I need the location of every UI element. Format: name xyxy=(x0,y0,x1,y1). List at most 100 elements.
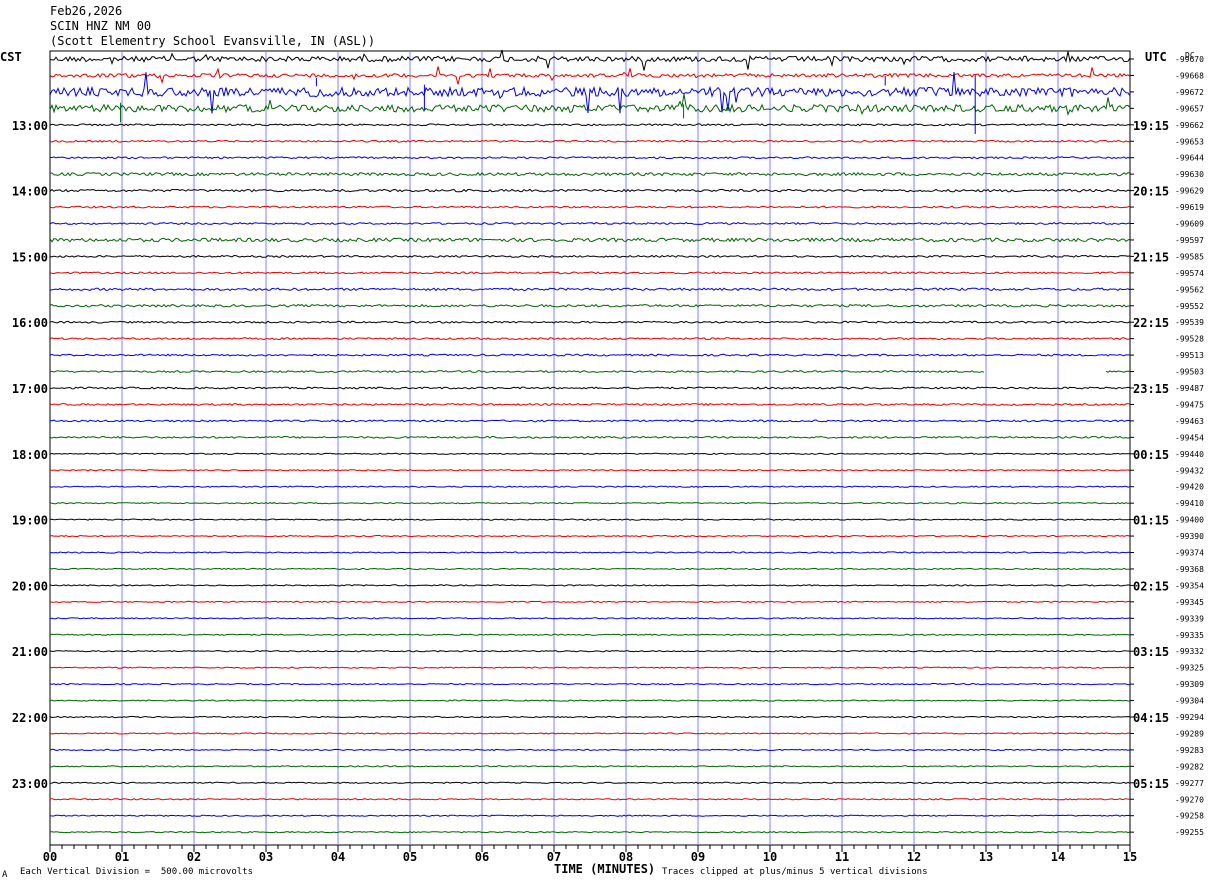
dc-offset-label: -99368 xyxy=(1175,565,1204,574)
seismic-trace xyxy=(49,732,1131,735)
dc-offset-label: -99339 xyxy=(1175,614,1204,623)
dc-offset-label: -99513 xyxy=(1175,351,1204,360)
dc-offset-label: -99309 xyxy=(1175,680,1204,689)
x-tick-label: 05 xyxy=(403,850,417,864)
dc-offset-label: -99672 xyxy=(1175,88,1204,97)
dc-offset-label: -99475 xyxy=(1175,400,1204,409)
dc-offset-label: -99662 xyxy=(1175,121,1204,130)
seismic-trace xyxy=(49,485,1131,488)
seismic-trace xyxy=(49,682,1131,686)
seismic-trace xyxy=(50,765,1130,768)
seismic-trace xyxy=(49,748,1131,752)
dc-offset-label: -99277 xyxy=(1175,779,1204,788)
seismic-trace xyxy=(49,205,1131,209)
seismic-trace xyxy=(49,370,1131,374)
seismic-trace xyxy=(49,254,1131,258)
seismic-trace xyxy=(49,435,1131,439)
seismic-trace xyxy=(49,139,1130,143)
dc-offset-label: -99539 xyxy=(1175,318,1204,327)
seismic-trace xyxy=(49,49,1131,71)
seismic-trace xyxy=(49,469,1131,472)
dc-offset-label: -99304 xyxy=(1175,697,1204,706)
dc-offset-label: -99653 xyxy=(1175,137,1204,146)
x-tick-label: 03 xyxy=(259,850,273,864)
dc-offset-label: -99282 xyxy=(1175,762,1204,771)
utc-hour-label: 21:15 xyxy=(1133,250,1169,264)
x-tick-label: 06 xyxy=(475,850,489,864)
cst-hour-label: 16:00 xyxy=(12,316,48,330)
seismic-trace xyxy=(49,534,1131,538)
dc-offset-label: -99390 xyxy=(1175,532,1204,541)
dc-offset-label: -99644 xyxy=(1175,154,1204,163)
x-tick-label: 10 xyxy=(763,850,777,864)
seismic-trace xyxy=(49,93,1131,116)
seismic-trace xyxy=(49,650,1131,653)
utc-hour-label: 05:15 xyxy=(1133,777,1169,791)
dc-offset-label: -99283 xyxy=(1175,746,1204,755)
seismic-trace xyxy=(49,188,1131,193)
seismic-trace xyxy=(49,320,1131,324)
cst-hour-label: 14:00 xyxy=(12,185,48,199)
seismic-trace xyxy=(49,781,1131,784)
seismic-trace xyxy=(49,600,1131,603)
dc-offset-label: -99609 xyxy=(1175,220,1204,229)
dc-offset-label: -99440 xyxy=(1175,450,1204,459)
seismic-trace xyxy=(49,337,1131,341)
dc-offset-label: -99270 xyxy=(1175,795,1204,804)
dc-offset-label: -99410 xyxy=(1175,499,1204,508)
dc-offset-label: -99432 xyxy=(1175,466,1204,475)
seismic-trace xyxy=(49,156,1131,160)
cst-hour-label: 23:00 xyxy=(12,777,48,791)
dc-offset-label: -99332 xyxy=(1175,647,1204,656)
seismic-trace xyxy=(49,633,1131,636)
cst-hour-label: 13:00 xyxy=(12,119,48,133)
utc-hour-label: 00:15 xyxy=(1133,448,1169,462)
dc-offset-label: -99487 xyxy=(1175,384,1204,393)
seismic-trace xyxy=(49,518,1131,521)
dc-offset-label: -99574 xyxy=(1175,269,1204,278)
dc-offset-label: -99335 xyxy=(1175,631,1204,640)
cst-axis-label: CST xyxy=(0,50,22,64)
x-tick-label: 09 xyxy=(691,850,705,864)
dc-offset-label: -99400 xyxy=(1175,516,1204,525)
x-tick-label: 11 xyxy=(835,850,849,864)
dc-offset-label: -99629 xyxy=(1175,187,1204,196)
cst-hour-label: 17:00 xyxy=(12,382,48,396)
dc-offset-label: -99258 xyxy=(1175,812,1204,821)
seismic-trace xyxy=(49,584,1131,587)
x-tick-label: 15 xyxy=(1123,850,1137,864)
seismic-trace xyxy=(49,419,1131,423)
dc-offset-label: -99325 xyxy=(1175,664,1204,673)
x-tick-label: 13 xyxy=(979,850,993,864)
seismic-trace xyxy=(49,386,1131,390)
cst-hour-label: 20:00 xyxy=(12,579,48,593)
utc-hour-label: 01:15 xyxy=(1133,514,1169,528)
dc-offset-label: -99657 xyxy=(1175,104,1204,113)
seismic-trace xyxy=(49,287,1131,292)
x-tick-label: 02 xyxy=(187,850,201,864)
x-tick-label: 00 xyxy=(43,850,57,864)
dc-header-label: DC xyxy=(1185,51,1195,60)
corner-mark: Α xyxy=(2,870,8,880)
seismic-trace xyxy=(49,814,1131,817)
x-tick-label: 14 xyxy=(1051,850,1065,864)
seismic-trace xyxy=(49,551,1131,554)
seismic-trace xyxy=(49,617,1131,620)
plot-frame xyxy=(49,50,1131,846)
scale-note: Each Vertical Division = 500.00 microvol… xyxy=(20,867,253,877)
x-axis-title: TIME (MINUTES) xyxy=(554,862,656,876)
dc-offset-label: -99289 xyxy=(1175,729,1204,738)
seismic-trace xyxy=(49,452,1131,455)
seismic-trace xyxy=(49,798,1131,801)
seismic-trace xyxy=(49,715,1131,719)
seismic-trace xyxy=(49,699,1131,702)
seismic-trace xyxy=(49,72,1131,114)
seismic-trace xyxy=(49,831,1131,834)
utc-hour-label: 02:15 xyxy=(1133,579,1169,593)
x-tick-label: 12 xyxy=(907,850,921,864)
dc-offset-label: -99585 xyxy=(1175,252,1204,261)
seismic-trace xyxy=(49,666,1131,669)
dc-offset-label: -99503 xyxy=(1175,368,1204,377)
seismic-trace xyxy=(49,353,1131,357)
dc-offset-label: -99630 xyxy=(1175,170,1204,179)
